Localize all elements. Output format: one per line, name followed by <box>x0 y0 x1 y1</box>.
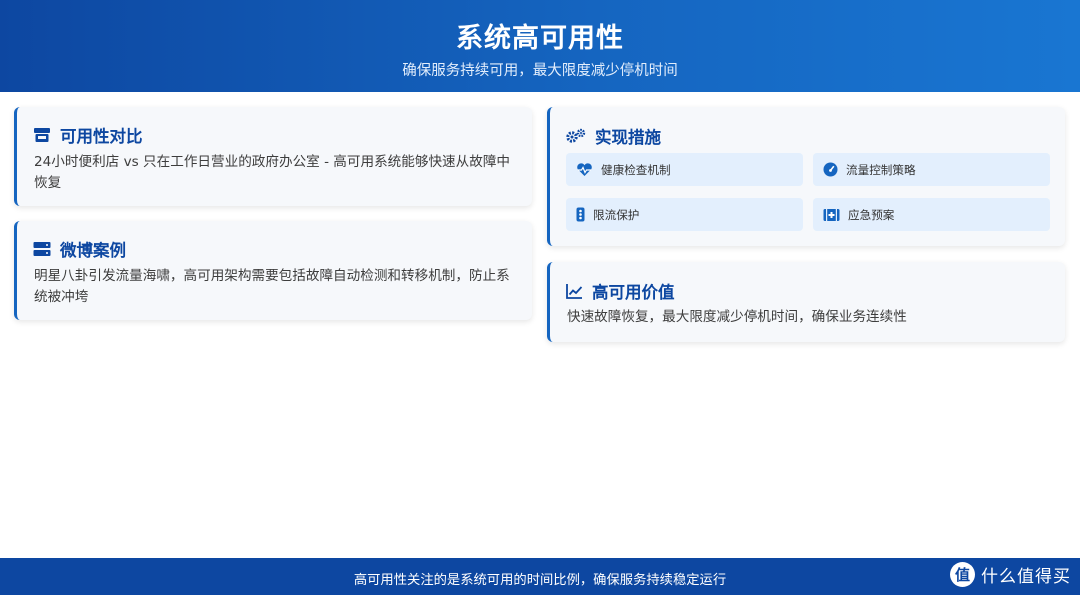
brand-logo-icon: 值 <box>950 562 975 587</box>
card-title-row: 高可用价值 <box>566 279 675 303</box>
card-availability-comparison: 可用性对比 24小时便利店 vs 只在工作日营业的政府办公室 - 高可用系统能够… <box>14 107 532 206</box>
first-aid-kit-icon <box>823 208 840 221</box>
gears-icon <box>566 128 586 143</box>
card-high-availability-value: 高可用价值 快速故障恢复，最大限度减少停机时间，确保业务连续性 <box>547 262 1065 342</box>
card-title-text: 可用性对比 <box>60 127 143 146</box>
card-title-text: 高可用价值 <box>592 283 675 302</box>
heartbeat-icon <box>577 162 592 176</box>
header-banner: 系统高可用性 确保服务持续可用，最大限度减少停机时间 <box>0 0 1080 92</box>
gauge-icon <box>823 162 838 177</box>
card-title-text: 微博案例 <box>60 241 126 260</box>
footer-bar: 高可用性关注的是系统可用的时间比例，确保服务持续稳定运行 值 什么值得买 <box>0 558 1080 595</box>
card-implementation-measures: 实现措施 健康检查机制 流量控制策略 限流保护 应急预案 <box>547 107 1065 246</box>
measure-label: 流量控制策略 <box>846 162 916 177</box>
line-chart-icon <box>566 283 583 299</box>
card-weibo-case: 微博案例 明星八卦引发流量海啸，高可用架构需要包括故障自动检测和转移机制，防止系… <box>14 221 532 320</box>
brand-name: 什么值得买 <box>981 567 1071 587</box>
server-icon <box>33 242 51 256</box>
card-body-text: 明星八卦引发流量海啸，高可用架构需要包括故障自动检测和转移机制，防止系统被冲垮 <box>34 268 510 305</box>
traffic-light-icon <box>576 207 585 222</box>
card-title-row: 可用性对比 <box>33 123 143 147</box>
card-body-text: 快速故障恢复，最大限度减少停机时间，确保业务连续性 <box>567 309 907 325</box>
store-icon <box>34 128 50 142</box>
brand-watermark: 值 什么值得买 <box>950 562 1071 587</box>
measure-emergency-plan: 应急预案 <box>813 198 1050 231</box>
measure-label: 健康检查机制 <box>601 162 671 177</box>
footer-text: 高可用性关注的是系统可用的时间比例，确保服务持续稳定运行 <box>353 573 727 588</box>
page-subtitle: 确保服务持续可用，最大限度减少停机时间 <box>402 63 678 79</box>
measure-rate-limit: 限流保护 <box>566 198 803 231</box>
card-title-row: 微博案例 <box>33 237 126 261</box>
card-title-row: 实现措施 <box>566 124 661 148</box>
card-title-text: 实现措施 <box>595 128 661 147</box>
card-body-text: 24小时便利店 vs 只在工作日营业的政府办公室 - 高可用系统能够快速从故障中… <box>34 154 511 191</box>
page-title: 系统高可用性 <box>456 23 624 54</box>
measure-traffic-control: 流量控制策略 <box>813 153 1050 186</box>
measure-health-check: 健康检查机制 <box>566 153 803 186</box>
measure-label: 限流保护 <box>593 207 640 222</box>
measure-label: 应急预案 <box>848 207 895 222</box>
